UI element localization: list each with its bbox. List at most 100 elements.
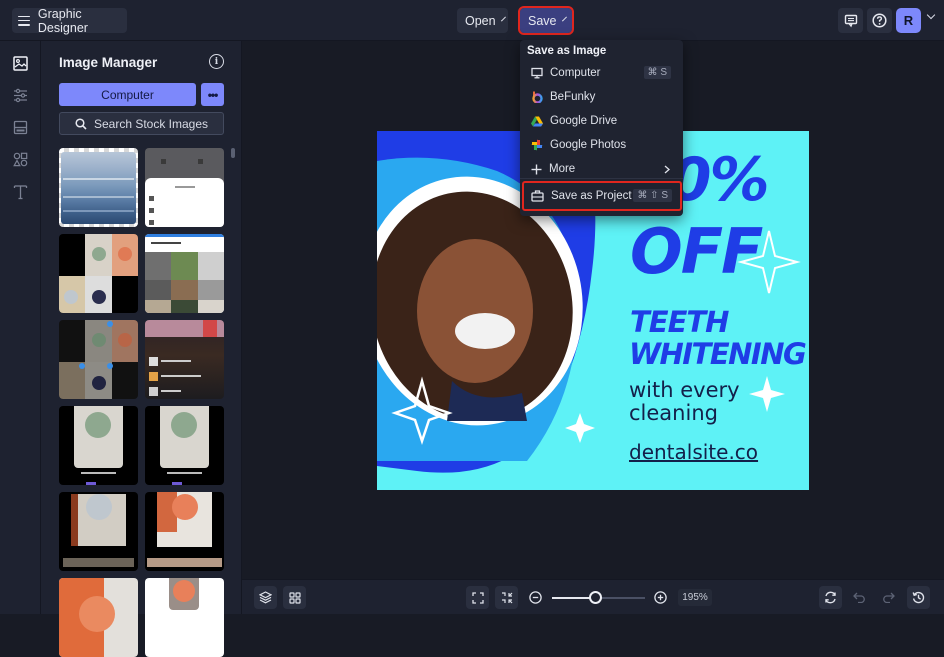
image-thumbnail-grid (59, 148, 225, 657)
refresh-button[interactable] (819, 586, 842, 609)
image-thumbnail[interactable] (59, 320, 138, 399)
menu-item-more[interactable]: More (520, 158, 683, 180)
history-icon (912, 591, 925, 604)
undo-button[interactable] (848, 586, 871, 609)
actual-size-button[interactable] (495, 586, 518, 609)
layers-icon (259, 591, 272, 604)
search-stock-images-button[interactable]: Search Stock Images (59, 112, 224, 135)
google-photos-icon (531, 139, 543, 151)
design-whitening-text[interactable]: WHITENING (629, 337, 807, 371)
rail-item-text[interactable] (12, 183, 29, 200)
menu-item-label: Google Drive (550, 115, 618, 127)
menu-item-befunky[interactable]: BeFunky (520, 86, 683, 108)
rail-item-layouts[interactable] (12, 119, 29, 136)
design-off-text[interactable]: OFF (630, 215, 763, 288)
chevron-down-icon (500, 16, 506, 21)
refresh-icon (825, 591, 836, 604)
menu-item-save-as-project[interactable]: Save as Project ⌘ ⇧ S (522, 181, 682, 211)
text-icon (13, 184, 28, 199)
hamburger-icon (18, 15, 30, 26)
expand-icon (471, 591, 484, 604)
menu-item-label: BeFunky (550, 91, 596, 103)
redo-button[interactable] (877, 586, 900, 609)
rail-item-adjustments[interactable] (12, 87, 29, 104)
briefcase-icon (531, 190, 544, 202)
image-thumbnail[interactable] (145, 578, 224, 657)
plus-icon (531, 164, 542, 174)
more-options-button[interactable]: ••• (201, 83, 224, 106)
search-stock-label: Search Stock Images (93, 116, 209, 131)
image-thumbnail[interactable] (145, 234, 224, 313)
sliders-icon (14, 88, 27, 103)
image-thumbnail[interactable] (145, 406, 224, 485)
fit-to-screen-button[interactable] (466, 586, 489, 609)
menu-item-google-drive[interactable]: Google Drive (520, 110, 683, 132)
shortcut-badge: ⌘ S (643, 66, 671, 79)
monitor-icon (531, 67, 543, 79)
image-thumbnail[interactable] (145, 320, 224, 399)
comments-button[interactable] (838, 8, 863, 33)
layers-button[interactable] (254, 586, 277, 609)
rail-item-graphics[interactable] (12, 151, 29, 168)
info-icon[interactable]: i (209, 54, 224, 69)
save-button[interactable]: Save (518, 6, 574, 35)
design-teeth-text[interactable]: TEETH (630, 305, 729, 339)
grid-view-button[interactable] (283, 586, 306, 609)
collapse-icon (501, 591, 512, 603)
menu-item-computer[interactable]: Computer ⌘ S (520, 62, 683, 84)
app-title: Graphic Designer (37, 6, 88, 35)
user-avatar[interactable]: R (896, 8, 921, 33)
menu-item-label: Computer (550, 67, 601, 79)
upload-computer-button[interactable]: Computer (59, 83, 196, 106)
menu-item-label: Google Photos (550, 139, 627, 151)
image-thumbnail[interactable] (59, 578, 138, 657)
help-button[interactable] (867, 8, 892, 33)
top-bar: Graphic Designer Open Save R (0, 0, 944, 41)
image-icon (13, 56, 28, 71)
image-thumbnail[interactable] (59, 148, 138, 227)
layout-icon (13, 120, 28, 135)
menu-divider (520, 178, 683, 179)
zoom-slider-handle[interactable] (589, 591, 603, 604)
zoom-out-button[interactable] (529, 591, 542, 609)
open-label: Open (465, 13, 496, 28)
design-url-text[interactable]: dentalsite.co (629, 440, 758, 464)
befunky-icon (532, 91, 543, 103)
history-button[interactable] (907, 586, 930, 609)
image-thumbnail[interactable] (59, 234, 138, 313)
zoom-in-button[interactable] (654, 591, 667, 609)
chevron-down-icon (561, 16, 567, 21)
open-button[interactable]: Open (457, 8, 508, 33)
tool-rail (0, 41, 41, 614)
save-dropdown-menu: Save as Image Computer ⌘ S BeFunky Googl… (520, 40, 683, 216)
image-manager-panel: Image Manager i Computer ••• Search Stoc… (41, 41, 242, 657)
menu-item-label: More (549, 163, 576, 175)
shapes-icon (13, 152, 28, 167)
shortcut-badge: ⌘ ⇧ S (633, 189, 672, 202)
help-icon (872, 13, 887, 28)
comment-icon (844, 14, 857, 27)
zoom-out-icon (529, 591, 542, 604)
save-label: Save (528, 13, 557, 28)
save-as-image-heading: Save as Image (527, 45, 607, 57)
panel-scrollbar[interactable] (231, 148, 235, 158)
zoom-slider[interactable] (552, 591, 645, 604)
image-thumbnail[interactable] (145, 492, 224, 571)
search-icon (75, 117, 87, 130)
main-menu-button[interactable]: Graphic Designer (12, 6, 127, 35)
panel-title: Image Manager (59, 55, 158, 70)
image-thumbnail[interactable] (145, 148, 224, 227)
menu-item-google-photos[interactable]: Google Photos (520, 134, 683, 156)
design-cleaning-text[interactable]: cleaning (629, 401, 718, 425)
design-with-every-text[interactable]: with every (629, 378, 740, 402)
google-drive-icon (531, 116, 543, 126)
rail-item-image-manager[interactable] (12, 55, 29, 72)
image-thumbnail[interactable] (59, 406, 138, 485)
grid-icon (288, 591, 301, 604)
zoom-in-icon (654, 591, 667, 604)
image-thumbnail[interactable] (59, 492, 138, 571)
zoom-percentage[interactable]: 195% (678, 589, 712, 606)
bottom-toolbar: 195% (242, 579, 944, 614)
menu-item-label: Save as Project (551, 190, 632, 202)
account-chevron-icon[interactable] (926, 10, 936, 20)
